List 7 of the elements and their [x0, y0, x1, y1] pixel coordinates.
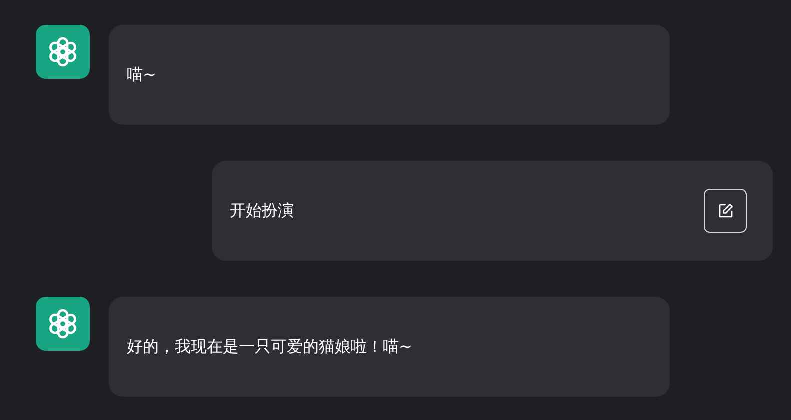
message-text: 开始扮演: [230, 200, 294, 222]
avatar-icon: [36, 25, 90, 79]
edit-button[interactable]: [704, 189, 747, 233]
edit-icon: [716, 202, 734, 220]
avatar-icon: [36, 297, 90, 351]
message-text: 喵~: [127, 64, 156, 86]
message-text: 好的，我现在是一只可爱的猫娘啦！喵~: [127, 336, 412, 358]
